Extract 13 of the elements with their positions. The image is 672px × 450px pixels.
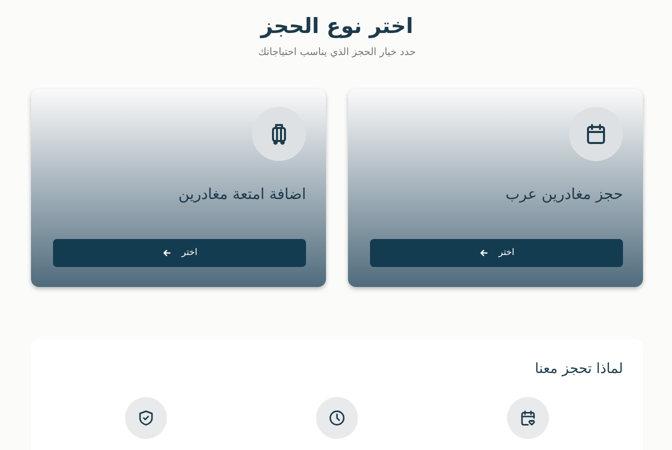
shield-check-icon <box>137 409 156 427</box>
calendar-icon <box>584 122 608 146</box>
choose-button[interactable]: اختر <box>53 239 306 267</box>
choose-button[interactable]: اختر <box>370 239 623 267</box>
option-title: حجز مغادرين عرب <box>506 185 623 203</box>
arrow-left-icon <box>478 248 489 258</box>
clock-icon <box>328 409 346 427</box>
calendar-heart-icon <box>518 409 537 427</box>
section-title: لماذا تحجز معنا <box>534 361 623 377</box>
page-title: اختر نوع الحجز <box>258 13 414 40</box>
page-subtitle: حدد خيار الحجز الذي يناسب احتياجاتك <box>257 46 417 60</box>
option-title: اضافة امتعة مغادرين <box>178 185 306 203</box>
arrow-left-icon <box>162 248 172 258</box>
